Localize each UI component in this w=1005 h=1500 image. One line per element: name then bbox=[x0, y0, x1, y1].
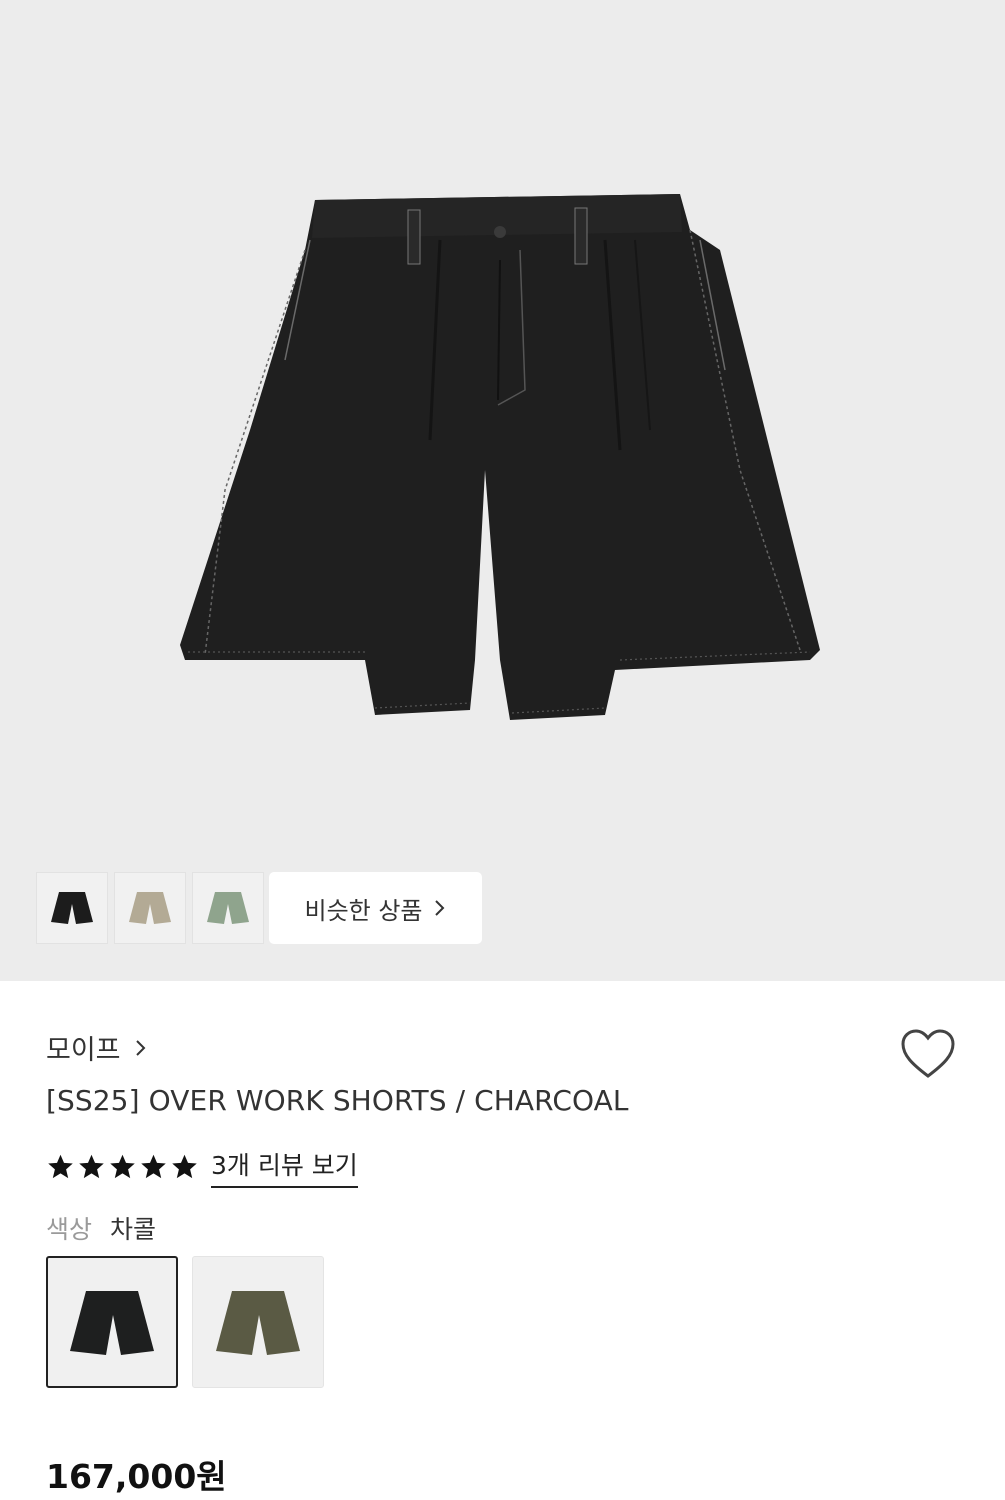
gallery-thumbnail[interactable] bbox=[114, 872, 186, 944]
gallery-thumbnail[interactable] bbox=[36, 872, 108, 944]
brand-link[interactable]: 모이프 bbox=[46, 1028, 147, 1067]
star-icon bbox=[79, 1154, 104, 1179]
heart-icon[interactable] bbox=[900, 1028, 956, 1080]
color-option-charcoal[interactable] bbox=[46, 1256, 178, 1388]
shorts-icon bbox=[70, 1291, 154, 1355]
color-value: 차콜 bbox=[110, 1215, 157, 1244]
rating-row: 3개 리뷰 보기 bbox=[46, 1146, 358, 1188]
color-label: 색상 bbox=[46, 1215, 93, 1244]
star-icon bbox=[141, 1154, 166, 1179]
product-title: [SS25] OVER WORK SHORTS / CHARCOAL bbox=[46, 1084, 629, 1117]
product-image-gallery[interactable]: 비슷한 상품 bbox=[0, 0, 1005, 981]
product-main-image bbox=[180, 194, 820, 720]
brand-name: 모이프 bbox=[46, 1035, 121, 1066]
star-icon bbox=[110, 1154, 135, 1179]
shorts-icon bbox=[129, 892, 171, 924]
color-selection-label: 색상 차콜 bbox=[46, 1210, 156, 1246]
gallery-thumbnail[interactable] bbox=[192, 872, 264, 944]
star-rating bbox=[46, 1153, 199, 1181]
product-price: 167,000원 bbox=[46, 1457, 227, 1496]
star-icon bbox=[48, 1154, 73, 1179]
chevron-right-icon bbox=[135, 1039, 145, 1056]
similar-products-button[interactable]: 비슷한 상품 bbox=[269, 872, 482, 944]
similar-products-label: 비슷한 상품 bbox=[304, 896, 423, 925]
shorts-icon bbox=[216, 1291, 300, 1355]
chevron-right-icon bbox=[434, 900, 444, 916]
star-icon bbox=[172, 1154, 197, 1179]
shorts-icon bbox=[207, 892, 249, 924]
review-link[interactable]: 3개 리뷰 보기 bbox=[211, 1146, 358, 1188]
color-option-olive[interactable] bbox=[192, 1256, 324, 1388]
shorts-icon bbox=[51, 892, 93, 924]
